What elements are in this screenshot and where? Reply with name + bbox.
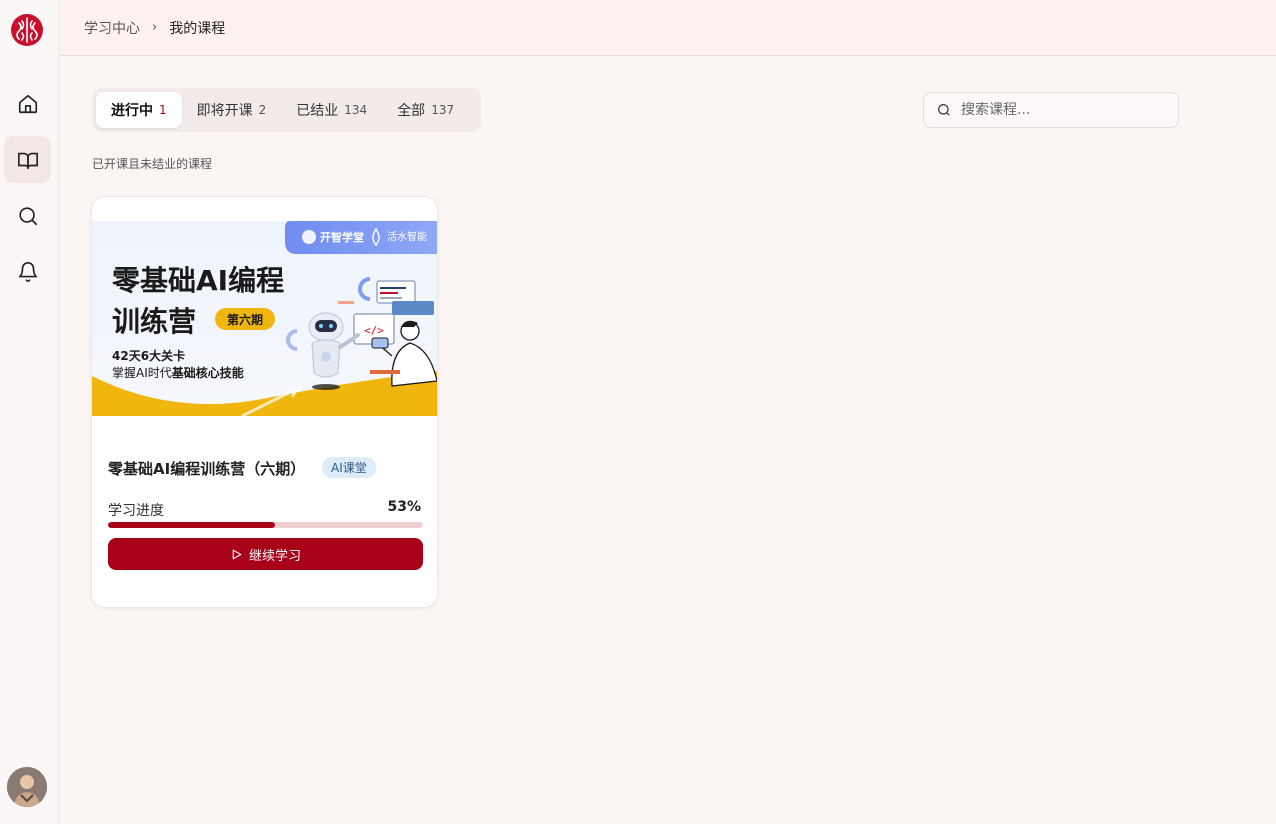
progress-value: 53% <box>387 499 421 515</box>
course-category-badge: AI课堂 <box>322 457 376 478</box>
brand-name-2: 活水智能 <box>387 230 427 243</box>
breadcrumb-learning-center[interactable]: 学习中心 <box>84 18 140 38</box>
tab-count: 137 <box>431 103 455 117</box>
search-input[interactable] <box>961 102 1161 118</box>
tab-all[interactable]: 全部 137 <box>382 92 469 128</box>
svg-text:</>: </> <box>364 324 384 337</box>
section-description: 已开课且未结业的课程 <box>92 157 213 171</box>
svg-text:掌握AI时代基础核心技能: 掌握AI时代基础核心技能 <box>112 365 244 380</box>
breadcrumb-my-courses: 我的课程 <box>169 20 226 37</box>
bell-icon <box>18 261 37 282</box>
top-header: 学习中心 › 我的课程 <box>60 0 1276 56</box>
course-status-tabs: 进行中 1 即将开课 2 已结业 134 全部 137 <box>92 88 481 132</box>
course-card[interactable]: 开智学堂 活水智能 零基础AI编程 训练营 第六期 42天6大关卡 掌握AI时代… <box>91 196 438 608</box>
banner-subtitle-2-prefix: 掌握AI时代 <box>112 365 172 380</box>
home-icon <box>18 94 37 113</box>
progress-bar-fill <box>108 522 275 528</box>
banner-title-line1: 零基础AI编程 <box>112 264 284 297</box>
sidebar <box>0 0 59 824</box>
sidebar-item-my-courses[interactable] <box>4 136 51 183</box>
tab-count: 1 <box>159 103 167 117</box>
main-content: 进行中 1 即将开课 2 已结业 134 全部 137 已开课且未结业的课程 <box>60 57 1276 824</box>
user-avatar[interactable] <box>7 767 47 807</box>
progress-bar <box>108 522 423 528</box>
course-search[interactable] <box>923 92 1179 128</box>
tab-label: 进行中 <box>111 103 153 119</box>
search-icon <box>18 206 37 225</box>
banner-subtitle-2-bold: 基础核心技能 <box>171 365 244 380</box>
play-icon <box>232 549 242 559</box>
brand-name-1: 开智学堂 <box>320 230 364 244</box>
tab-upcoming[interactable]: 即将开课 2 <box>182 92 282 128</box>
banner-period: 第六期 <box>227 312 263 327</box>
sidebar-item-search[interactable] <box>4 192 51 239</box>
banner-title-line2: 训练营 <box>112 305 196 338</box>
tab-label: 已结业 <box>296 103 339 119</box>
continue-learning-button[interactable]: 继续学习 <box>108 538 423 570</box>
banner-subtitle-1: 42天6大关卡 <box>112 348 185 363</box>
sidebar-item-home[interactable] <box>4 80 51 127</box>
course-banner-image: 开智学堂 活水智能 零基础AI编程 训练营 第六期 42天6大关卡 掌握AI时代… <box>92 221 437 416</box>
tab-label: 全部 <box>397 103 426 119</box>
tab-graduated[interactable]: 已结业 134 <box>281 92 382 128</box>
brand-logo[interactable] <box>10 13 44 47</box>
sidebar-item-notifications[interactable] <box>4 248 51 295</box>
search-icon <box>938 104 950 116</box>
book-open-icon <box>17 152 38 169</box>
tab-label: 即将开课 <box>196 103 253 119</box>
progress-label: 学习进度 <box>108 503 164 519</box>
tab-count: 2 <box>258 103 267 117</box>
continue-learning-label: 继续学习 <box>248 548 301 564</box>
tab-in-progress[interactable]: 进行中 1 <box>96 92 182 128</box>
breadcrumb-separator: › <box>152 20 158 35</box>
course-title[interactable]: 零基础AI编程训练营（六期） <box>108 458 305 479</box>
tab-count: 134 <box>344 103 368 117</box>
